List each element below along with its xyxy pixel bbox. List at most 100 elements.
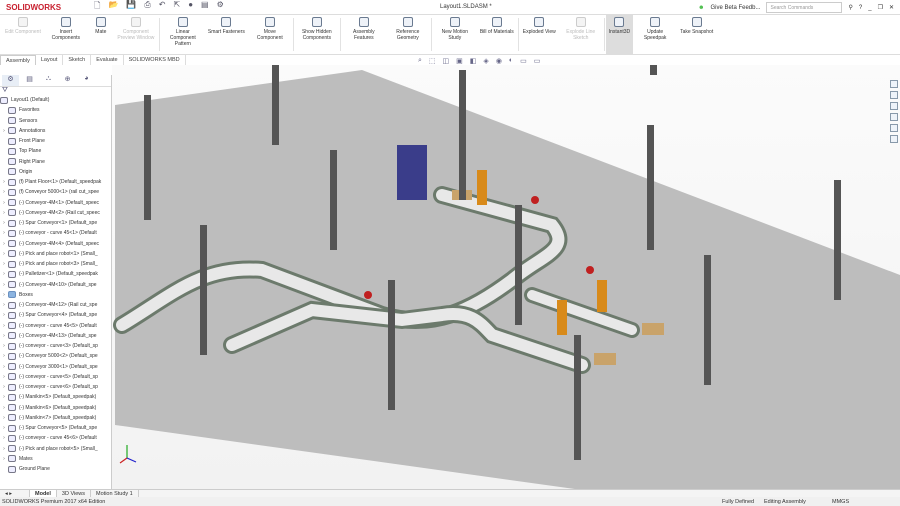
expand-arrow-icon[interactable]: › bbox=[0, 331, 8, 341]
expand-arrow-icon[interactable]: › bbox=[0, 341, 8, 351]
display-manager-tab-icon[interactable]: ◕ bbox=[78, 75, 95, 86]
tree-item[interactable]: Origin bbox=[0, 167, 111, 177]
tree-item[interactable]: › (-) conveyor - curve 45<5> (Default bbox=[0, 321, 111, 331]
tree-item[interactable]: › Annotations bbox=[0, 126, 111, 136]
view-orientation-icon[interactable]: ◧ bbox=[470, 57, 477, 65]
tree-item[interactable]: › (-) Conveyor 5000<2> (Default_spe bbox=[0, 351, 111, 361]
tree-item[interactable]: › (-) Spur Conveyor<5> (Default_spe bbox=[0, 423, 111, 433]
tree-item[interactable]: › (-) conveyor - curve 45<1> (Default bbox=[0, 228, 111, 238]
expand-arrow-icon[interactable]: › bbox=[0, 300, 8, 310]
reference-geometry-button[interactable]: Reference Geometry bbox=[386, 15, 430, 54]
propertymanager-tab-icon[interactable]: ▤ bbox=[21, 75, 38, 86]
zoom-to-fit-icon[interactable]: ⌕ bbox=[418, 57, 422, 65]
section-view-icon[interactable]: ▣ bbox=[456, 57, 463, 65]
tab-layout[interactable]: Layout bbox=[36, 55, 64, 65]
tree-item[interactable]: › (-) Conveyor-4M<13> (Default_spe bbox=[0, 331, 111, 341]
rebuild-icon[interactable]: ● bbox=[188, 0, 193, 14]
search-icon[interactable]: ⚲ bbox=[848, 4, 852, 11]
graphics-area[interactable] bbox=[112, 65, 900, 490]
bill-of-materials-button[interactable]: Bill of Materials bbox=[477, 15, 517, 54]
print-icon[interactable]: ⎙ bbox=[144, 0, 150, 14]
tree-item[interactable]: › (-) conveyor - curve<6> (Default_sp bbox=[0, 382, 111, 392]
view-settings-icon[interactable]: ▭ bbox=[534, 57, 541, 65]
expand-arrow-icon[interactable]: › bbox=[0, 218, 8, 228]
component-preview-window-button[interactable]: Component Preview Window bbox=[114, 15, 158, 54]
tree-item[interactable]: › (f) Plant Floor<1> (Default_speedpak bbox=[0, 177, 111, 187]
tree-item[interactable]: › (-) Conveyor-4M<1> (Default_speec bbox=[0, 198, 111, 208]
expand-arrow-icon[interactable]: › bbox=[0, 321, 8, 331]
insert-components-button[interactable]: Insert Components bbox=[44, 15, 88, 54]
display-style-icon[interactable]: ◈ bbox=[483, 57, 488, 65]
tree-item[interactable]: › (-) Manikin<6> (Default_speedpak) bbox=[0, 403, 111, 413]
tab-solidworks-mbd[interactable]: SOLIDWORKS MBD bbox=[124, 55, 186, 65]
minimize-button[interactable]: _ bbox=[868, 5, 871, 11]
tab-evaluate[interactable]: Evaluate bbox=[91, 55, 124, 65]
tree-item[interactable]: › (-) Manikin<5> (Default_speedpak) bbox=[0, 392, 111, 402]
appearance-icon[interactable]: ◐ bbox=[509, 57, 513, 65]
select-icon[interactable]: ⇱ bbox=[173, 0, 180, 14]
tree-item[interactable]: › (-) conveyor - curve<5> (Default_sp bbox=[0, 372, 111, 382]
tree-item[interactable]: › (-) Conveyor-4M<12> (Rail cut_spe bbox=[0, 300, 111, 310]
expand-arrow-icon[interactable]: › bbox=[0, 433, 8, 443]
restore-button[interactable]: ❐ bbox=[878, 4, 883, 11]
tree-item[interactable]: › (-) Pick and place robot<3> (Small_ bbox=[0, 259, 111, 269]
tab-motion-study-1[interactable]: Motion Study 1 bbox=[91, 490, 139, 497]
expand-arrow-icon[interactable]: › bbox=[0, 403, 8, 413]
expand-arrow-icon[interactable]: › bbox=[0, 280, 8, 290]
undo-icon[interactable]: ↶ bbox=[159, 0, 166, 14]
tree-item[interactable]: › (f) Conveyor 5000<1> (rail cut_spee bbox=[0, 187, 111, 197]
dimxpert-tab-icon[interactable]: ⊕ bbox=[59, 75, 76, 86]
view-palette-tab-icon[interactable] bbox=[890, 113, 898, 121]
expand-arrow-icon[interactable]: › bbox=[0, 454, 8, 464]
appearances-tab-icon[interactable] bbox=[890, 124, 898, 132]
tree-item[interactable]: › (-) Conveyor-4M<10> (Default_spe bbox=[0, 280, 111, 290]
tab-assembly[interactable]: Assembly bbox=[0, 55, 36, 65]
open-icon[interactable]: 📂 bbox=[108, 0, 118, 14]
tree-item[interactable]: › (-) Spur Conveyor<1> (Default_spe bbox=[0, 218, 111, 228]
featuremanager-tab-icon[interactable]: ⚙ bbox=[2, 75, 19, 86]
tab-sketch[interactable]: Sketch bbox=[63, 55, 92, 65]
expand-arrow-icon[interactable]: › bbox=[0, 177, 8, 187]
expand-arrow-icon[interactable]: › bbox=[0, 351, 8, 361]
take-snapshot-button[interactable]: Take Snapshot bbox=[677, 15, 716, 54]
expand-arrow-icon[interactable]: › bbox=[0, 208, 8, 218]
edit-component-button[interactable]: Edit Component bbox=[2, 15, 44, 54]
expand-arrow-icon[interactable]: › bbox=[0, 310, 8, 320]
tree-item[interactable]: Right Plane bbox=[0, 157, 111, 167]
tree-item[interactable]: › (-) Conveyor 3000<1> (Default_spe bbox=[0, 362, 111, 372]
tree-item[interactable]: Front Plane bbox=[0, 136, 111, 146]
configurationmanager-tab-icon[interactable]: ⛬ bbox=[40, 75, 57, 86]
expand-arrow-icon[interactable]: › bbox=[0, 198, 8, 208]
expand-arrow-icon[interactable]: › bbox=[0, 228, 8, 238]
expand-arrow-icon[interactable]: › bbox=[0, 126, 8, 136]
expand-arrow-icon[interactable]: › bbox=[0, 413, 8, 423]
smart-fasteners-button[interactable]: Smart Fasteners bbox=[205, 15, 248, 54]
tab-scroll-arrows[interactable]: ◂ ▸ bbox=[0, 490, 30, 497]
explode-line-sketch-button[interactable]: Explode Line Sketch bbox=[559, 15, 603, 54]
close-button[interactable]: ✕ bbox=[889, 4, 894, 11]
tree-item[interactable]: › (-) Spur Conveyor<4> (Default_spe bbox=[0, 310, 111, 320]
tree-item[interactable]: › (-) Manikin<7> (Default_speedpak) bbox=[0, 413, 111, 423]
resources-tab-icon[interactable] bbox=[890, 80, 898, 88]
zoom-area-icon[interactable]: ⬚ bbox=[429, 57, 436, 65]
tree-filter-icon[interactable]: ⛛ bbox=[0, 87, 111, 95]
new-icon[interactable]: 🗋 bbox=[94, 0, 100, 14]
expand-arrow-icon[interactable]: › bbox=[0, 362, 8, 372]
beta-feedback-link[interactable]: Give Beta Feedb... bbox=[710, 5, 760, 11]
expand-arrow-icon[interactable]: › bbox=[0, 382, 8, 392]
linear-component-pattern-button[interactable]: Linear Component Pattern bbox=[161, 15, 205, 54]
tree-item[interactable]: › (-) Pick and place robot<1> (Small_ bbox=[0, 249, 111, 259]
help-button[interactable]: ? bbox=[859, 5, 862, 11]
expand-arrow-icon[interactable]: › bbox=[0, 269, 8, 279]
previous-view-icon[interactable]: ◫ bbox=[443, 57, 450, 65]
move-component-button[interactable]: Move Component bbox=[248, 15, 292, 54]
tab-3d-views[interactable]: 3D Views bbox=[57, 490, 92, 497]
tree-item[interactable]: Top Plane bbox=[0, 146, 111, 156]
design-library-tab-icon[interactable] bbox=[890, 91, 898, 99]
tree-item[interactable]: › (-) Palletizer<1> (Default_speedpak bbox=[0, 269, 111, 279]
expand-arrow-icon[interactable]: › bbox=[0, 187, 8, 197]
expand-arrow-icon[interactable]: › bbox=[0, 444, 8, 454]
search-commands-input[interactable]: Search Commands bbox=[766, 2, 843, 13]
expand-arrow-icon[interactable]: › bbox=[0, 372, 8, 382]
options-gear-icon[interactable]: ⚙ bbox=[217, 0, 224, 14]
